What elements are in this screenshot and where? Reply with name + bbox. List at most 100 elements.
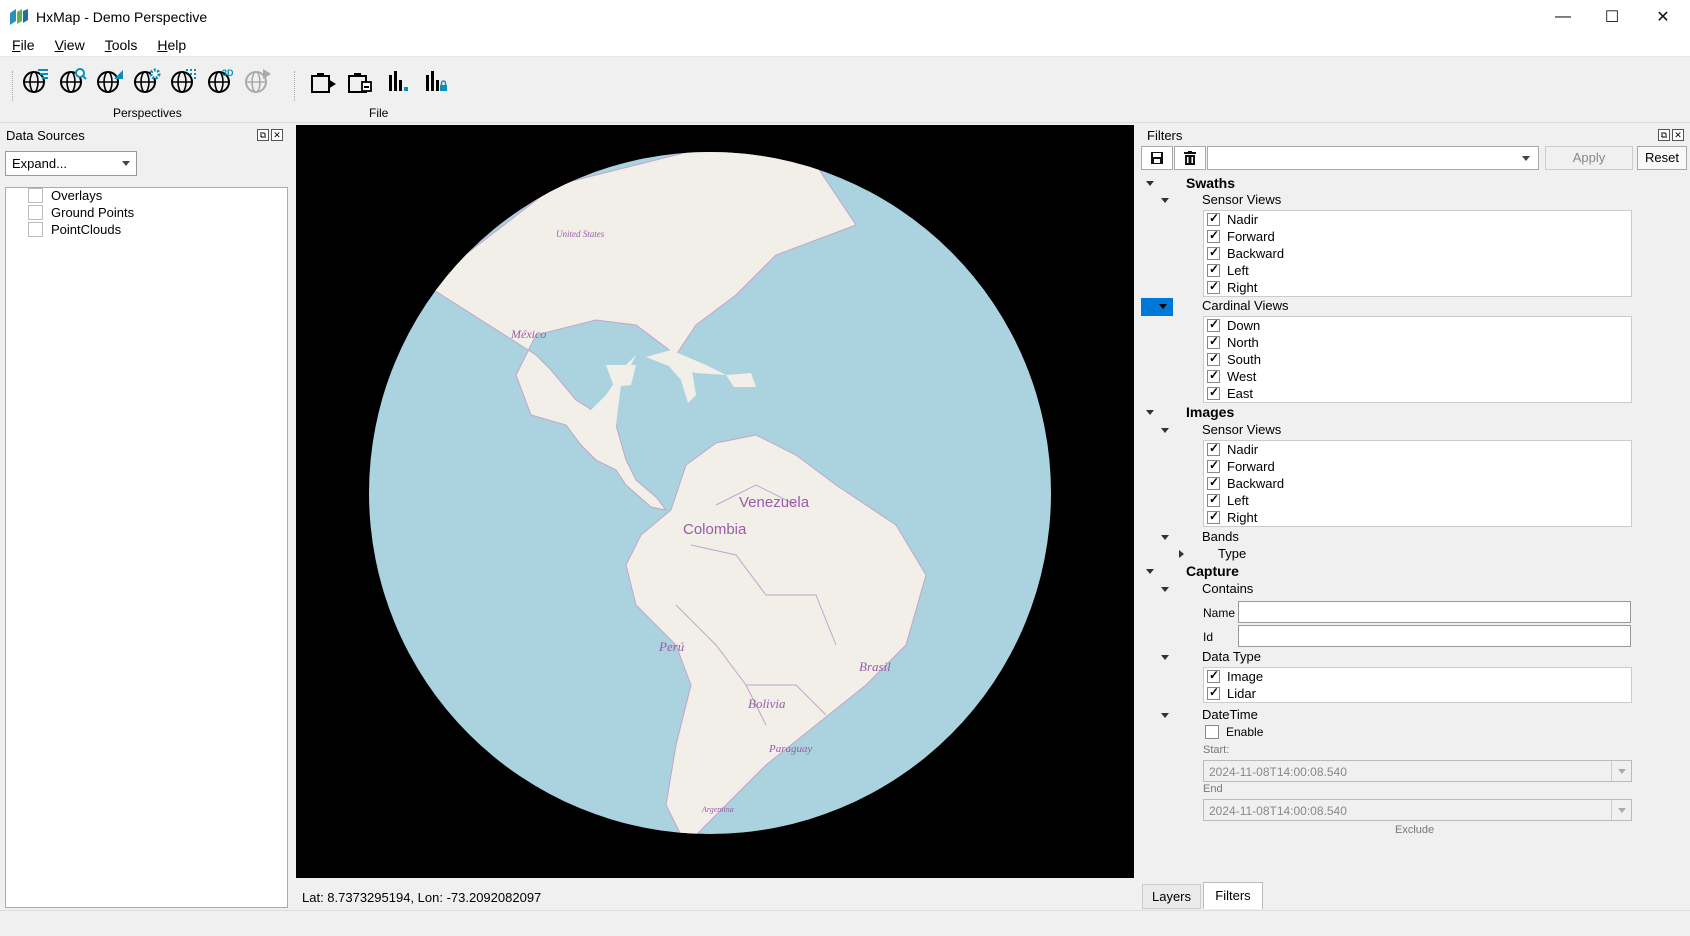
filter-item[interactable]: Left	[1207, 492, 1249, 508]
filter-item[interactable]: Nadir	[1207, 211, 1258, 227]
filter-item[interactable]: Image	[1207, 668, 1263, 684]
checkbox[interactable]	[1207, 475, 1220, 490]
filter-item[interactable]: South	[1207, 351, 1261, 367]
checkbox[interactable]	[28, 205, 43, 220]
checkbox[interactable]	[1207, 317, 1220, 332]
export-icon[interactable]	[307, 65, 338, 96]
minimize-button[interactable]: —	[1538, 0, 1588, 34]
checkbox[interactable]	[1207, 228, 1220, 243]
globe-grid-icon[interactable]	[168, 65, 199, 96]
filter-item[interactable]: Backward	[1207, 475, 1284, 491]
selected-row-highlight[interactable]	[1141, 298, 1173, 316]
menu-file[interactable]: File	[0, 37, 43, 53]
filter-item[interactable]: North	[1207, 334, 1259, 350]
checkbox[interactable]	[1207, 509, 1220, 524]
ds-item-ground-points[interactable]: Ground Points	[28, 205, 134, 220]
tab-filters[interactable]: Filters	[1203, 882, 1263, 909]
reset-button[interactable]: Reset	[1637, 146, 1687, 170]
globe-settings-icon[interactable]	[131, 65, 162, 96]
filter-item[interactable]: Backward	[1207, 245, 1284, 261]
globe-search-icon[interactable]	[57, 65, 88, 96]
checkbox[interactable]	[28, 222, 43, 237]
filter-item[interactable]: Forward	[1207, 458, 1275, 474]
globe-play-icon[interactable]	[242, 65, 273, 96]
filter-item[interactable]: Down	[1207, 317, 1260, 333]
name-input[interactable]	[1238, 601, 1631, 623]
checkbox[interactable]	[1207, 385, 1220, 400]
globe-measure-icon[interactable]	[94, 65, 125, 96]
end-datetime-input[interactable]: 2024-11-08T14:00:08.540	[1203, 799, 1632, 821]
expand-arrow-icon[interactable]	[1161, 587, 1169, 592]
checkbox[interactable]	[1207, 334, 1220, 349]
chevron-down-icon[interactable]	[1611, 761, 1631, 781]
checkbox[interactable]	[1207, 492, 1220, 507]
ds-item-pointclouds[interactable]: PointClouds	[28, 222, 121, 237]
filter-item[interactable]: Lidar	[1207, 685, 1256, 701]
expand-arrow-icon[interactable]	[1161, 713, 1169, 718]
undock-icon[interactable]: ⧉	[1658, 129, 1670, 141]
menu-help[interactable]: Help	[145, 37, 194, 53]
checkbox[interactable]	[1205, 725, 1219, 739]
checkbox[interactable]	[1207, 441, 1220, 456]
checkbox[interactable]	[1207, 211, 1220, 226]
ds-item-label: Ground Points	[51, 205, 135, 220]
checkbox[interactable]	[1207, 685, 1220, 700]
save-filter-button[interactable]	[1141, 146, 1173, 170]
filter-item[interactable]: Forward	[1207, 228, 1275, 244]
toolbar-group-label-file: File	[369, 106, 389, 120]
expand-arrow-icon[interactable]	[1161, 198, 1169, 203]
delete-filter-button[interactable]	[1174, 146, 1206, 170]
chart-icon[interactable]	[381, 65, 412, 96]
globe-map[interactable]: United States México Venezuela Colombia …	[296, 125, 1134, 878]
import-icon[interactable]	[344, 65, 375, 96]
undock-icon[interactable]: ⧉	[257, 129, 269, 141]
tab-layers[interactable]: Layers	[1142, 884, 1201, 909]
coordinate-readout: Lat: 8.7373295194, Lon: -73.2092082097	[302, 890, 542, 905]
expand-arrow-icon[interactable]	[1161, 428, 1169, 433]
map-label-bolivia: Bolivia	[748, 696, 786, 711]
start-datetime-input[interactable]: 2024-11-08T14:00:08.540	[1203, 760, 1632, 782]
checkbox[interactable]	[1207, 668, 1220, 683]
title-bar: HxMap - Demo Perspective — ☐ ✕	[0, 0, 1690, 34]
id-input[interactable]	[1238, 625, 1631, 647]
close-panel-icon[interactable]: ✕	[1672, 129, 1684, 141]
expand-arrow-icon[interactable]	[1146, 569, 1154, 574]
expand-arrow-icon[interactable]	[1146, 181, 1154, 186]
filter-item[interactable]: Left	[1207, 262, 1249, 278]
filter-item[interactable]: Right	[1207, 509, 1257, 525]
expand-arrow-icon[interactable]	[1146, 410, 1154, 415]
globe-3d-icon[interactable]: 3D	[205, 65, 236, 96]
chevron-down-icon[interactable]	[1611, 800, 1631, 820]
filter-item[interactable]: West	[1207, 368, 1256, 384]
capture-data-type-label: Data Type	[1202, 649, 1262, 664]
ds-item-overlays[interactable]: Overlays	[28, 188, 102, 203]
filter-preset-select[interactable]	[1207, 146, 1539, 170]
chart-lock-icon[interactable]	[418, 65, 449, 96]
checkbox[interactable]	[1207, 262, 1220, 277]
datetime-enable[interactable]: Enable	[1205, 725, 1263, 739]
data-sources-tree[interactable]: Overlays Ground Points PointClouds	[5, 187, 288, 908]
map-view[interactable]: United States México Venezuela Colombia …	[296, 125, 1134, 878]
expand-arrow-icon[interactable]	[1161, 655, 1169, 660]
globe-filter-icon[interactable]	[20, 65, 51, 96]
apply-button[interactable]: Apply	[1545, 146, 1633, 170]
close-panel-icon[interactable]: ✕	[271, 129, 283, 141]
menu-tools[interactable]: Tools	[93, 37, 146, 53]
filter-item[interactable]: Nadir	[1207, 441, 1258, 457]
maximize-button[interactable]: ☐	[1587, 0, 1637, 34]
data-type-list: Image Lidar	[1203, 667, 1632, 703]
checkbox[interactable]	[1207, 458, 1220, 473]
checkbox[interactable]	[28, 188, 43, 203]
checkbox[interactable]	[1207, 279, 1220, 294]
checkbox[interactable]	[1207, 245, 1220, 260]
swaths-sensor-views-label: Sensor Views	[1202, 192, 1282, 207]
expand-arrow-icon[interactable]	[1161, 535, 1169, 540]
close-button[interactable]: ✕	[1638, 0, 1688, 34]
filter-item[interactable]: Right	[1207, 279, 1257, 295]
checkbox[interactable]	[1207, 351, 1220, 366]
menu-view[interactable]: View	[43, 37, 93, 53]
filter-item[interactable]: East	[1207, 385, 1253, 401]
collapse-arrow-icon[interactable]	[1179, 550, 1184, 558]
checkbox[interactable]	[1207, 368, 1220, 383]
expand-select[interactable]: Expand...	[5, 151, 137, 176]
